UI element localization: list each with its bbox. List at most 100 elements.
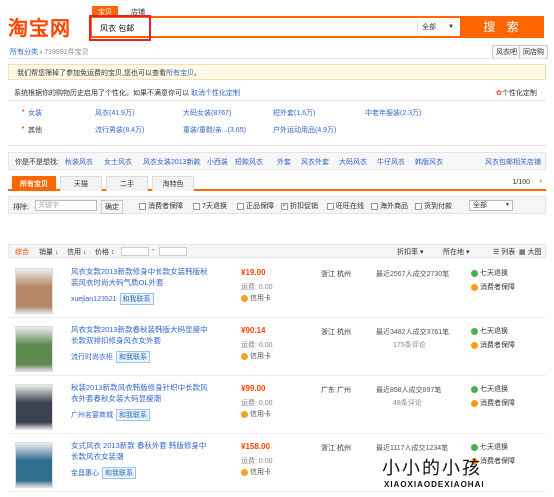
cat-other[interactable]: 其他 (28, 125, 42, 135)
related-link[interactable]: 风衣外套 (301, 157, 329, 167)
checkbox[interactable] (327, 202, 334, 210)
related-link[interactable]: 外套 (277, 157, 291, 167)
service-guarantee[interactable]: 消费者保障 (471, 282, 515, 292)
product-thumbnail[interactable] (15, 326, 53, 372)
location-sort-label: 所在地 (443, 249, 464, 256)
related-link[interactable]: 女士风衣 (104, 157, 132, 167)
related-link[interactable]: 秋装风衣 (65, 157, 93, 167)
notice-link[interactable]: 所有宝贝 (166, 70, 194, 77)
price-value: 99.00 (245, 384, 266, 393)
service-7day[interactable]: 七天退换 (471, 442, 508, 452)
filter-notice: 我们帮您筛掉了参加免运费的宝贝,您也可以查看所有宝贝。 (8, 64, 546, 80)
same-shop-button[interactable]: 同店购 (519, 45, 548, 59)
cat-outdoor[interactable]: 户外运动用品(4.9万) (273, 125, 336, 135)
tab-all[interactable]: 所有宝贝 (12, 176, 56, 191)
sort-price[interactable]: 价格 ↕ (95, 247, 114, 257)
product-thumbnail[interactable] (15, 268, 53, 314)
related-link[interactable]: 风衣女装2013新款 (143, 157, 201, 167)
check-genuine[interactable]: 正品保障 (237, 201, 274, 211)
checkbox-checked[interactable]: ✓ (281, 202, 288, 210)
location-sort[interactable]: 所在地 ▾ (443, 247, 469, 257)
product-title[interactable]: 风衣女款2013新款修身中长款女装韩版秋装风衣时尚大码气质OL外套 (71, 266, 211, 288)
shipping-fee: 运费: 0.00 (241, 400, 273, 407)
cat-senior[interactable]: 中老年服装(2.3万) (365, 108, 421, 118)
return-icon (471, 385, 478, 393)
product-thumbnail[interactable] (15, 442, 53, 488)
seller-link[interactable]: 流行时尚衣柜 和我联系 (71, 351, 150, 363)
chevron-right-icon[interactable]: › (540, 178, 542, 185)
sort-sales[interactable]: 销量 ↓ (39, 247, 58, 257)
check-overseas[interactable]: 海外商品 (371, 201, 408, 211)
grid-view-button[interactable]: ▦ 大图 (519, 247, 542, 257)
product-thumbnail[interactable] (15, 384, 53, 430)
related-link[interactable]: 牛仔风衣 (377, 157, 405, 167)
price-min-input[interactable] (121, 247, 149, 256)
list-view-button[interactable]: ☰ 列表 (493, 247, 515, 257)
checkbox[interactable] (237, 202, 244, 210)
seller-link[interactable]: 金昌惠心 和我联系 (71, 467, 136, 479)
related-link[interactable]: 短款风衣 (235, 157, 263, 167)
check-cod[interactable]: 货到付款 (415, 201, 452, 211)
price-max-input[interactable] (159, 247, 187, 256)
forum-button[interactable]: 风衣吧 (492, 45, 521, 59)
seller-link[interactable]: 广州名宴商城 和我联系 (71, 409, 150, 421)
checkbox[interactable] (371, 202, 378, 210)
cat-women[interactable]: 女装 (28, 108, 42, 118)
checkbox[interactable] (193, 202, 200, 210)
tab-tmall[interactable]: 天猫 (60, 176, 102, 191)
guarantee-icon (471, 283, 478, 291)
taobao-logo[interactable]: 淘宝网 (8, 12, 71, 41)
cat-kids[interactable]: 童装/童鞋/亲...(3.65) (183, 125, 246, 135)
service-7day[interactable]: 七天退换 (471, 268, 508, 278)
related-link[interactable]: 韩版风衣 (415, 157, 443, 167)
check-7day[interactable]: 7天退换 (193, 201, 227, 211)
review-count[interactable]: 175条评论 (393, 340, 426, 350)
wangwang-chat-icon[interactable]: 和我联系 (119, 293, 154, 305)
search-button[interactable]: 搜 索 (462, 16, 544, 38)
personalize-link[interactable]: ✿个性化定制 (496, 88, 537, 98)
product-title[interactable]: 女式风衣 2013新款 春秋外套 韩版修身中长款风衣女装潮 (71, 440, 211, 462)
check-label: 旺旺在线 (336, 203, 364, 210)
cat-short-coat[interactable]: 短外套(1.6万) (273, 108, 315, 118)
cat-menswear[interactable]: 流行男装(8.4万) (95, 125, 144, 135)
category-select[interactable]: 全部 ▼ (417, 21, 457, 34)
location: 广东 广州 (321, 387, 351, 394)
sort-credit[interactable]: 信用 ↓ (67, 247, 86, 257)
checkbox[interactable] (139, 202, 146, 210)
result-tabs: 所有宝贝 天猫 二手 淘特色 1/100 › (8, 176, 546, 191)
wangwang-chat-icon[interactable]: 和我联系 (116, 409, 150, 421)
cat-plus-size[interactable]: 大码女装(8767) (183, 108, 231, 118)
sort-default[interactable]: 综合 (15, 247, 29, 257)
check-discount[interactable]: ✓ 折扣促销 (281, 201, 318, 211)
list-item: 秋装2013新款风衣韩版修身针织中长款风衣外套春秋女装大码显瘦潮广州名宴商城 和我… (8, 378, 546, 434)
product-title[interactable]: 秋装2013新款风衣韩版修身针织中长款风衣外套春秋女装大码显瘦潮 (71, 382, 211, 404)
shipping-fee: 运费: 0.00 (241, 458, 273, 465)
wangwang-chat-icon[interactable]: 和我联系 (102, 467, 136, 479)
related-shops-link[interactable]: 风衣包邮相关店铺 (485, 157, 541, 167)
breadcrumb-all[interactable]: 所有分类 (10, 49, 38, 56)
exclude-input[interactable]: 关键字 (35, 200, 97, 211)
service-7day[interactable]: 七天退换 (471, 384, 508, 394)
service-7day[interactable]: 七天退换 (471, 326, 508, 336)
product-title[interactable]: 风衣女款2013新款春秋装韩版大码显瘦中长款双排扣修身风衣女外套 (71, 324, 211, 346)
tab-special[interactable]: 淘特色 (152, 176, 194, 191)
review-count[interactable]: 48条评论 (393, 398, 422, 408)
seller-link[interactable]: xuejian123521 和我联系 (71, 293, 154, 305)
credit-card: 信用卡 (241, 351, 271, 361)
confirm-button[interactable]: 确定 (101, 200, 123, 214)
tab-secondhand[interactable]: 二手 (106, 176, 148, 191)
checkbox[interactable] (415, 202, 422, 210)
related-link[interactable]: 大码风衣 (339, 157, 367, 167)
discount-sort[interactable]: 折扣率 ▾ (397, 247, 423, 257)
check-consumer[interactable]: 消费者保障 (139, 201, 183, 211)
cancel-personal-link[interactable]: 取消个性化定制 (191, 90, 240, 97)
watermark-text: 小小的小孩 (382, 458, 482, 479)
chevron-down-icon: ▼ (505, 202, 510, 208)
related-link[interactable]: 小西装 (207, 157, 228, 167)
check-online[interactable]: 旺旺在线 (327, 201, 364, 211)
location-select[interactable]: 全部 ▼ (469, 200, 513, 211)
service-guarantee[interactable]: 消费者保障 (471, 398, 515, 408)
wangwang-chat-icon[interactable]: 和我联系 (116, 351, 150, 363)
service-guarantee[interactable]: 消费者保障 (471, 340, 515, 350)
cat-fengyi[interactable]: 风衣(41.9万) (95, 108, 134, 118)
